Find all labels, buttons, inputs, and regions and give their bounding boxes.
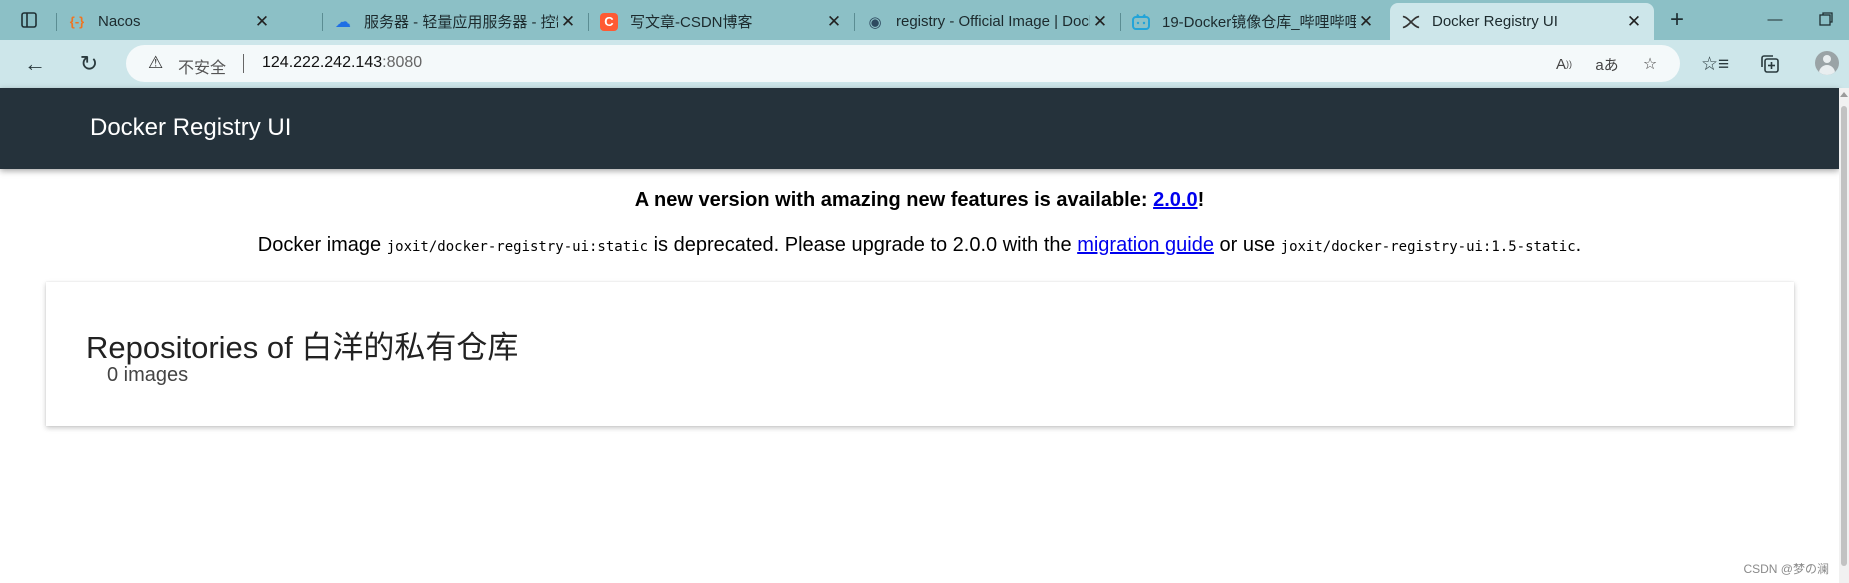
tab-title: 写文章-CSDN博客	[630, 14, 753, 31]
migration-guide-link[interactable]: migration guide	[1077, 234, 1214, 256]
new-tab-icon[interactable]: +	[1660, 5, 1694, 35]
close-icon[interactable]: ✕	[558, 12, 578, 32]
insecure-label[interactable]: 不安全	[178, 54, 226, 78]
address-divider	[243, 54, 244, 73]
alternative-image-name: joxit/docker-registry-ui:1.5-static	[1280, 239, 1576, 255]
tab-separator	[588, 13, 589, 31]
tab-title: 服务器 - 轻量应用服务器 - 控制台	[364, 14, 558, 31]
url-host: 124.222.242.143	[262, 54, 383, 71]
deprecated-image-name: joxit/docker-registry-ui:static	[386, 239, 649, 255]
tab-bilibili-video[interactable]: 19-Docker镜像仓库_哔哩哔哩_bilibili ✕	[1120, 3, 1386, 40]
bilibili-favicon-icon	[1132, 13, 1150, 31]
tab-separator	[322, 13, 323, 31]
notice-suffix: !	[1197, 189, 1205, 211]
collections-icon[interactable]	[1755, 50, 1785, 78]
tab-strip: {-} Nacos ✕ ☁ 服务器 - 轻量应用服务器 - 控制台 ✕ C 写文…	[0, 0, 1849, 40]
favorites-icon[interactable]: ☆≡	[1700, 50, 1730, 78]
csdn-watermark: CSDN @梦の澜	[1743, 562, 1829, 576]
page-scrollbar[interactable]	[1839, 88, 1849, 583]
tab-separator	[56, 13, 57, 31]
deprecation-notice: Docker image joxit/docker-registry-ui:st…	[0, 234, 1839, 257]
close-icon[interactable]: ✕	[252, 12, 272, 32]
image-count: 0 images	[107, 364, 189, 386]
tab-docker-registry-ui[interactable]: Docker Registry UI ✕	[1390, 3, 1654, 40]
tab-title: 19-Docker镜像仓库_哔哩哔哩_bilibili	[1162, 14, 1356, 31]
deprecation-text-4: .	[1575, 234, 1582, 256]
new-version-notice: A new version with amazing new features …	[0, 189, 1839, 212]
tab-docker-hub-registry[interactable]: ◉ registry - Official Image | Docker Hub…	[854, 3, 1120, 40]
tab-title: registry - Official Image | Docker Hub	[896, 13, 1090, 30]
repositories-title: Repositories of 白洋的私有仓库	[86, 330, 519, 365]
refresh-icon[interactable]: ↻	[72, 48, 106, 80]
add-favorite-icon[interactable]: ☆	[1636, 51, 1664, 77]
deprecation-text-2: is deprecated. Please upgrade to 2.0.0 w…	[648, 234, 1078, 256]
address-bar[interactable]: ⚠ 不安全 124.222.242.143:8080 A)) aあ ☆	[126, 45, 1680, 82]
translate-icon[interactable]: aあ	[1593, 51, 1621, 77]
version-link[interactable]: 2.0.0	[1153, 189, 1197, 211]
back-arrow-icon[interactable]: ←	[18, 48, 52, 80]
read-aloud-icon[interactable]: A))	[1550, 51, 1578, 77]
csdn-favicon-icon: C	[600, 12, 618, 31]
cloud-favicon-icon: ☁	[335, 13, 351, 31]
url-port: :8080	[382, 54, 423, 71]
repositories-card: Repositories of 白洋的私有仓库 0 images	[46, 282, 1794, 426]
deprecation-text-3: or use	[1213, 234, 1281, 256]
scroll-up-arrow-icon[interactable]	[1840, 92, 1848, 97]
close-icon[interactable]: ✕	[824, 12, 844, 32]
tab-nacos[interactable]: {-} Nacos ✕	[56, 3, 282, 40]
nacos-favicon-icon: {-}	[69, 14, 85, 29]
tab-lighthouse-server[interactable]: ☁ 服务器 - 轻量应用服务器 - 控制台 ✕	[322, 3, 588, 40]
notice-text: A new version with amazing new features …	[634, 189, 1154, 211]
app-header: Docker Registry UI	[0, 88, 1839, 169]
warning-triangle-icon[interactable]: ⚠	[148, 53, 163, 73]
close-icon[interactable]: ✕	[1356, 12, 1376, 32]
deprecation-text-1: Docker image	[257, 234, 387, 256]
profile-avatar-icon[interactable]	[1815, 51, 1839, 75]
minimize-icon[interactable]: —	[1752, 0, 1798, 38]
close-icon[interactable]: ✕	[1624, 12, 1644, 32]
tab-separator	[854, 13, 855, 31]
tab-actions-icon[interactable]	[12, 5, 46, 35]
tab-title: Docker Registry UI	[1432, 13, 1558, 30]
tab-title: Nacos	[98, 13, 141, 30]
tab-csdn-editor[interactable]: C 写文章-CSDN博客 ✕	[588, 3, 854, 40]
restore-icon[interactable]	[1803, 0, 1849, 38]
url-text[interactable]: 124.222.242.143:8080	[262, 54, 422, 72]
docker-hub-favicon-icon: ◉	[868, 13, 882, 31]
scroll-thumb[interactable]	[1841, 106, 1847, 566]
browser-toolbar: ← ↻ ⚠ 不安全 124.222.242.143:8080 A)) aあ ☆ …	[0, 40, 1849, 88]
tab-separator	[1120, 13, 1121, 31]
app-title[interactable]: Docker Registry UI	[90, 114, 291, 142]
docker-registry-ui-favicon-icon	[1402, 13, 1420, 31]
close-icon[interactable]: ✕	[1090, 12, 1110, 32]
